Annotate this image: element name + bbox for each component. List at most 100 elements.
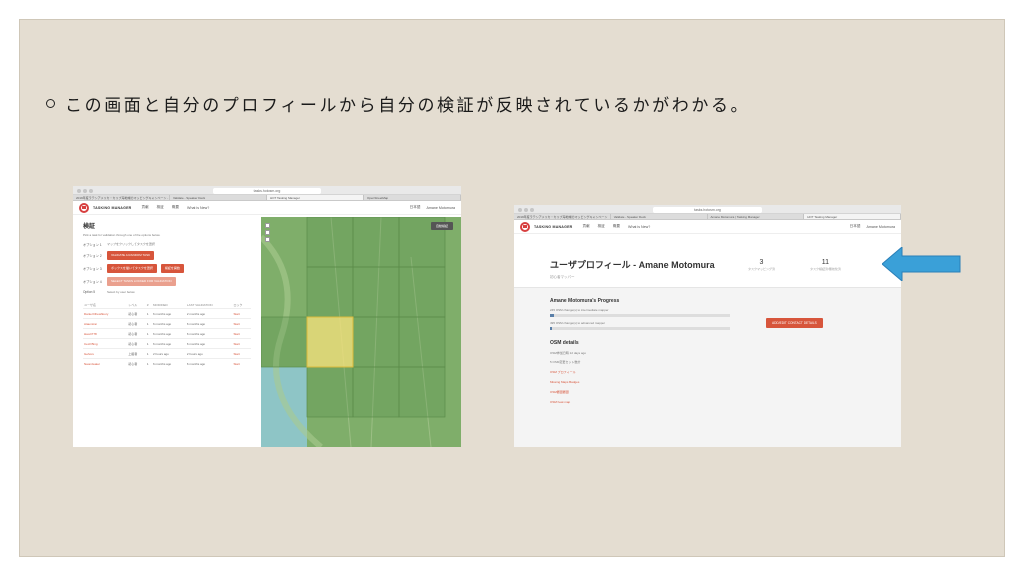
select-locked-tasks-button[interactable]: SELECT TASKS LOCKED FOR VALIDATION bbox=[107, 276, 176, 286]
draw-box-button[interactable]: ボックスを描いてタスクを選択 bbox=[107, 263, 157, 273]
user-link[interactable]: Gehoru bbox=[83, 348, 128, 359]
profile-body: Amane Motomura's Progress 245 OSM change… bbox=[514, 288, 901, 447]
nav-about[interactable]: 概要 bbox=[172, 205, 179, 210]
tm-navbar: TASKING MANAGER 貢献 検証 概要 What is New? 日本… bbox=[73, 201, 461, 215]
start-link[interactable]: Start bbox=[232, 308, 251, 319]
browser-tab[interactable]: Validate - Speaker Deck bbox=[170, 195, 267, 200]
browser-tab-active[interactable]: HOT Tasking Manager bbox=[804, 214, 901, 219]
zoom-in-icon[interactable] bbox=[265, 223, 270, 228]
browser-tab[interactable]: Amane Motomura | Tasking Manager bbox=[708, 214, 805, 219]
address-bar[interactable]: tasks.hotosm.org bbox=[653, 206, 762, 213]
validate-random-task-button[interactable]: VALIDATE A RANDOM TASK bbox=[107, 250, 155, 260]
start-link[interactable]: Start bbox=[232, 348, 251, 359]
hot-logo-icon[interactable] bbox=[520, 221, 530, 232]
table-cell: 6 months ago bbox=[185, 328, 233, 339]
table-cell: 6 months ago bbox=[151, 358, 186, 368]
nav-validate[interactable]: 検証 bbox=[157, 205, 164, 210]
table-cell: 6 months ago bbox=[185, 338, 233, 349]
nav-validate[interactable]: 検証 bbox=[598, 224, 605, 229]
start-link[interactable]: Start bbox=[232, 328, 251, 339]
table-cell: 初心者 bbox=[127, 358, 146, 368]
user-menu[interactable]: Amane Motomura bbox=[426, 206, 455, 210]
address-bar[interactable]: tasks.hotosm.org bbox=[212, 187, 322, 194]
start-validation-button[interactable]: 検証を開始 bbox=[160, 263, 184, 273]
table-cell: 6 months ago bbox=[151, 328, 186, 339]
nav-right: 日本語 Amane Motomura bbox=[410, 205, 455, 210]
osm-heat-map-link[interactable]: OSM heat map bbox=[550, 400, 865, 404]
start-link[interactable]: Start bbox=[232, 358, 251, 368]
left-arrow-icon bbox=[882, 247, 961, 281]
stat-label: タスクマッピング済 bbox=[748, 267, 776, 271]
stat-validated: 11 タスク検証済/無効化済 bbox=[810, 259, 841, 271]
option-label: オプション 1 bbox=[83, 242, 102, 247]
map-zoom-controls bbox=[265, 223, 270, 242]
missing-maps-badges-link[interactable]: Missing Maps Badges bbox=[550, 380, 865, 384]
table-cell: 6 months ago bbox=[185, 318, 233, 329]
nav-contribute[interactable]: 貢献 bbox=[141, 205, 148, 210]
progress-text: 245 OSM change(s) to intermediate mapper bbox=[550, 308, 609, 312]
browser-tab[interactable]: 2019年度ラテンアメリカ・カリブ海地域のマッピングキャンペーン - Googl… bbox=[73, 195, 170, 200]
user-menu[interactable]: Amane Motomura bbox=[866, 225, 895, 229]
user-link[interactable]: Haozi778 bbox=[83, 328, 128, 339]
browser-toolbar: tasks.hotosm.org bbox=[73, 186, 461, 195]
user-link[interactable]: Naomiwater bbox=[83, 358, 128, 368]
table-cell: 6 months ago bbox=[151, 338, 186, 349]
option-label: オプション 3 bbox=[83, 266, 102, 271]
profile-screenshot: tasks.hotosm.org 2019年度ラテンアメリカ・カリブ海地域のマッ… bbox=[514, 205, 901, 447]
option-5: Option 5 Select by user below bbox=[83, 290, 251, 295]
table-row: Cecil Bing 初心者 1 6 months ago 6 months a… bbox=[83, 338, 251, 349]
panel-description: Pick a task for validation through one o… bbox=[83, 233, 161, 237]
browser-tab[interactable]: 2019年度ラテンアメリカ・カリブ海地域のマッピングキャンペーン bbox=[514, 214, 611, 219]
stat-number: 3 bbox=[759, 259, 764, 266]
table-row: Daniel Dhewfloury 初心者 1 6 months ago 2 m… bbox=[83, 308, 251, 319]
user-link[interactable]: Cecil Bing bbox=[83, 338, 128, 349]
browser-toolbar: tasks.hotosm.org bbox=[514, 205, 901, 214]
user-link[interactable]: Ataumirai bbox=[83, 318, 128, 329]
nav-about[interactable]: 概要 bbox=[613, 224, 620, 229]
nav-whats-new[interactable]: What is New? bbox=[187, 206, 209, 210]
table-row: Haozi778 初心者 1 6 months ago 6 months ago… bbox=[83, 328, 251, 339]
osm-history-link[interactable]: OSM履歴履歴 bbox=[550, 390, 865, 394]
start-link[interactable]: Start bbox=[232, 318, 251, 329]
language-select[interactable]: 日本語 bbox=[410, 205, 421, 210]
brand-name[interactable]: TASKING MANAGER bbox=[534, 225, 572, 229]
browser-tab-active[interactable]: HOT Tasking Manager bbox=[267, 195, 364, 200]
window-buttons bbox=[77, 188, 93, 193]
zoom-out-icon[interactable] bbox=[265, 230, 270, 235]
brand-name[interactable]: TASKING MANAGER bbox=[93, 206, 131, 210]
table-cell: 初心者 bbox=[127, 308, 146, 319]
task-grid[interactable] bbox=[261, 217, 461, 447]
nav-whats-new[interactable]: What is New? bbox=[628, 225, 650, 229]
osm-profile-link[interactable]: OSM プロフィール bbox=[550, 370, 865, 374]
user-task-table: ユーザ名 レベル # MODIFIED LAST VALIDATION ロック … bbox=[83, 302, 251, 368]
progress-bar-intermediate bbox=[550, 314, 730, 317]
validation-panel: 検証 Pick a task for validation through on… bbox=[73, 217, 261, 447]
option-1: オプション 1 マップをクリックしてタスクを選択 bbox=[83, 242, 251, 247]
option-text: マップをクリックしてタスクを選択 bbox=[107, 241, 155, 246]
table-cell: 初心者 bbox=[127, 338, 146, 349]
add-contact-details-button[interactable]: ADD/EDIT CONTACT DETAILS bbox=[766, 318, 823, 328]
nav-right: 日本語 Amane Motomura bbox=[850, 224, 895, 229]
hot-logo-icon[interactable] bbox=[79, 202, 89, 213]
start-link[interactable]: Start bbox=[232, 338, 251, 349]
browser-tab[interactable]: Validate - Speaker Deck bbox=[611, 214, 708, 219]
user-link[interactable]: Daniel Dhewfloury bbox=[83, 308, 128, 319]
stat-label: タスク検証済/無効化済 bbox=[810, 267, 841, 271]
osm-joined: OSM参加日時 12 days ago bbox=[550, 351, 587, 355]
auto-validate-button[interactable]: 自動検証 bbox=[430, 222, 453, 230]
stat-mapped: 3 タスクマッピング済 bbox=[748, 259, 775, 271]
browser-tab[interactable]: OpenStreetMap bbox=[364, 195, 461, 200]
language-select[interactable]: 日本語 bbox=[850, 224, 861, 229]
bullet-row: この画面と自分のプロフィールから自分の検証が反映されているかがわかる。 bbox=[46, 91, 750, 116]
option-text: Select by user below bbox=[107, 289, 135, 294]
profile-header: ユーザプロフィール - Amane Motomura 初心者マッパー 3 タスク… bbox=[514, 236, 901, 288]
tm-navbar: TASKING MANAGER 貢献 検証 概要 What is New? 日本… bbox=[514, 220, 901, 234]
table-cell: 初心者 bbox=[127, 318, 146, 329]
bullet-text: この画面と自分のプロフィールから自分の検証が反映されているかがわかる。 bbox=[65, 96, 751, 116]
option-2: オプション 2 VALIDATE A RANDOM TASK bbox=[83, 250, 251, 260]
nav-contribute[interactable]: 貢献 bbox=[582, 224, 589, 229]
task-map[interactable]: 自動検証 bbox=[261, 217, 461, 447]
layers-icon[interactable] bbox=[265, 237, 270, 242]
window-buttons bbox=[518, 207, 534, 212]
bullet-circle-icon bbox=[46, 99, 55, 108]
